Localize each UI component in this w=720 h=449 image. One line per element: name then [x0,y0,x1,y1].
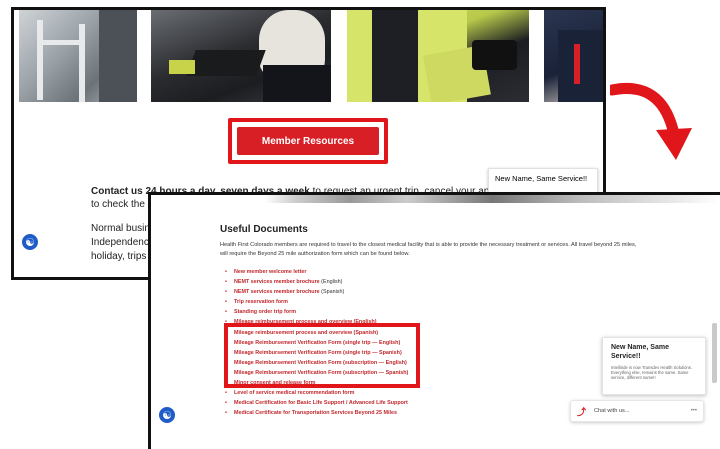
contact-line-2: to check the [91,199,145,210]
front-screenshot: Useful Documents Health First Colorado m… [148,192,720,449]
scrollbar[interactable] [712,323,717,383]
curved-arrow-icon [610,83,692,160]
accessibility-icon[interactable]: ☯ [159,407,175,423]
document-link-label: Trip reservation form [234,299,288,306]
intro-text: Health First Colorado members are requir… [220,242,637,257]
document-link-label: NEMT services member brochure [234,289,320,296]
header-image-strip [151,195,720,203]
chat-bar[interactable]: ⤴ Chat with us... ••• [570,400,704,422]
photo-driver [347,10,529,102]
document-link[interactable]: Standing order trip form [225,307,408,317]
photo-strip [14,10,603,105]
document-link-label: NEMT services member brochure [234,279,320,286]
chat-popup-title: New Name, Same Service!! [611,344,669,360]
document-link-label: New member welcome letter [234,269,307,275]
page-title: Useful Documents [220,224,308,235]
chat-popup-subtitle: Intelliride is now Transdev Health Solut… [611,364,692,381]
document-link[interactable]: Medical Certificate for Transportation S… [225,408,408,418]
photo-walker [19,10,137,102]
document-link[interactable]: NEMT services member brochure (Spanish) [225,287,408,297]
document-link-label: Medical Certification for Basic Life Sup… [234,400,408,407]
chat-bar-label: Chat with us... [594,408,630,414]
hours-line-2: Independenc [91,237,149,248]
chat-popup-card[interactable]: New Name, Same Service!! Intelliride is … [602,337,706,395]
more-options-icon[interactable]: ••• [691,408,697,414]
document-link[interactable]: Medical Certification for Basic Life Sup… [225,398,408,408]
document-link[interactable]: Trip reservation form [225,297,408,307]
chat-icon: ⤴ [577,406,587,417]
photo-dispatcher [151,10,331,102]
mileage-forms-highlight [224,323,420,388]
document-link[interactable]: Level of service medical recommendation … [225,388,408,398]
document-link-label: Standing order trip form [234,309,296,316]
document-link-label: Medical Certificate for Transportation S… [234,410,397,417]
accessibility-icon[interactable]: ☯ [22,234,38,250]
photo-person [544,10,603,102]
document-language: (Spanish) [319,289,345,296]
hours-line-3: holiday, trips [91,251,147,262]
member-resources-highlight: Member Resources [228,118,388,164]
document-link[interactable]: New member welcome letter [225,267,408,277]
document-link-label: Level of service medical recommendation … [234,390,355,397]
document-language: (English) [319,279,343,286]
member-resources-button[interactable]: Member Resources [237,127,379,155]
chat-popup-mini-text: New Name, Same Service!! [495,174,588,183]
document-link[interactable]: NEMT services member brochure (English) [225,277,408,287]
hours-line-1: Normal busin [91,223,150,234]
